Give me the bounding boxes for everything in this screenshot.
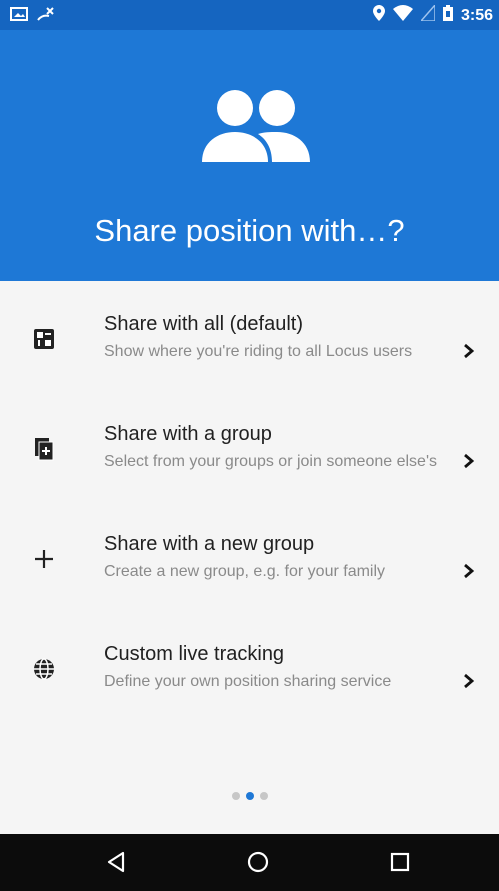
image-icon (10, 7, 28, 26)
option-description: Create a new group, e.g. for your family (104, 563, 386, 580)
option-title: Share with a group (104, 423, 272, 445)
chevron-right-icon (463, 563, 475, 579)
group-add-icon (32, 437, 56, 461)
option-description: Define your own position sharing service (104, 673, 392, 690)
share-options-list: Share with all (default) Show where you'… (0, 281, 499, 721)
back-icon[interactable] (104, 850, 128, 874)
status-bar: 3:56 (0, 0, 499, 30)
chevron-right-icon (463, 453, 475, 469)
chevron-right-icon (463, 343, 475, 359)
page-indicator (0, 792, 499, 800)
globe-icon (32, 657, 56, 681)
page-dot[interactable] (259, 792, 268, 800)
option-description: Show where you're riding to all Locus us… (104, 343, 413, 360)
battery-icon (442, 5, 453, 26)
page-title: Share position with…? (94, 213, 405, 248)
option-share-with-new-group[interactable]: Share with a new group Create a new grou… (0, 501, 499, 611)
page-dot[interactable] (231, 792, 240, 800)
wifi-icon (392, 5, 413, 26)
share-all-icon (32, 327, 56, 351)
option-custom-live-tracking[interactable]: Custom live tracking Define your own pos… (0, 611, 499, 721)
signal-icon (419, 3, 436, 26)
clock: 3:56 (460, 6, 493, 24)
option-description: Select from your groups or join someone … (104, 453, 437, 470)
header: Share position with…? (0, 30, 499, 281)
plus-icon (32, 547, 56, 571)
missed-call-icon (36, 6, 54, 27)
option-share-with-all[interactable]: Share with all (default) Show where you'… (0, 281, 499, 391)
recents-icon[interactable] (388, 850, 412, 874)
location-pin-icon (372, 5, 385, 26)
people-icon (200, 86, 312, 170)
chevron-right-icon (463, 673, 475, 689)
option-title: Share with a new group (104, 533, 315, 555)
home-icon[interactable] (246, 850, 270, 874)
page-dot-active[interactable] (245, 792, 254, 800)
option-share-with-group[interactable]: Share with a group Select from your grou… (0, 391, 499, 501)
option-title: Custom live tracking (104, 643, 285, 665)
navigation-bar (0, 834, 499, 891)
option-title: Share with all (default) (104, 313, 303, 335)
